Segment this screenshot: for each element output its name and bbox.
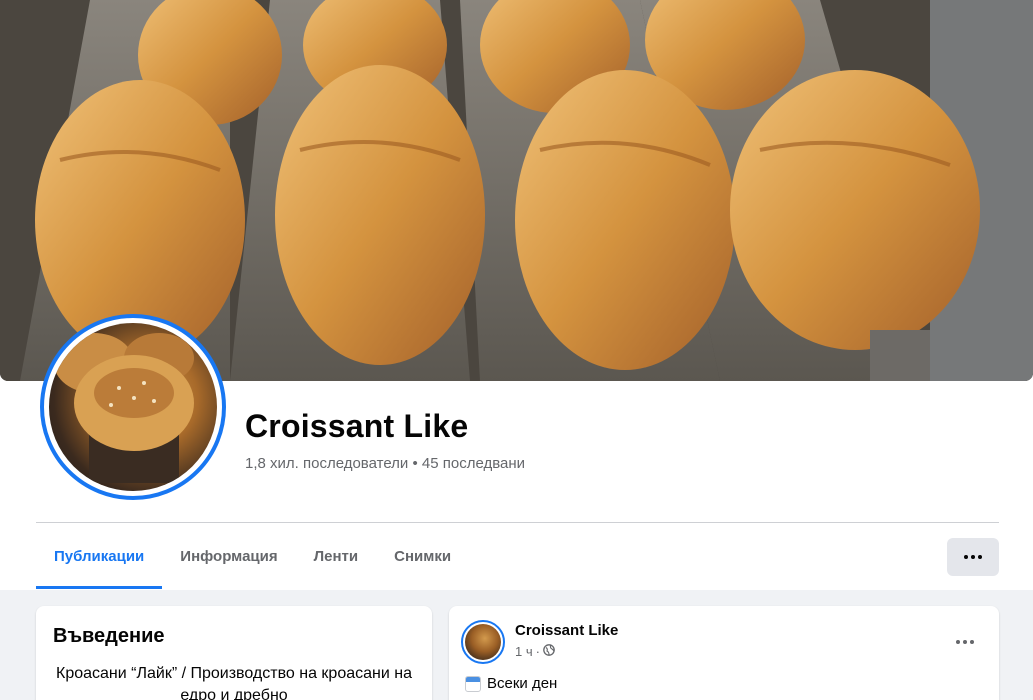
avatar-image [49, 323, 217, 491]
page-avatar[interactable] [40, 314, 226, 500]
post-author-name[interactable]: Croissant Like [515, 622, 618, 639]
header-divider [36, 522, 999, 523]
followers-stats[interactable]: 1,8 хил. последователи • 45 последвани [245, 455, 525, 472]
tab-photos[interactable]: Снимки [376, 524, 469, 588]
post-text: Всеки ден [487, 675, 558, 692]
post-text-line: Всеки ден [465, 675, 557, 692]
calendar-emoji-icon [465, 675, 481, 692]
intro-heading: Въведение [53, 625, 165, 647]
three-dots-icon [956, 640, 974, 644]
profile-header: Croissant Like 1,8 хил. последователи • … [0, 0, 1033, 590]
profile-tabs: Публикации Информация Ленти Снимки [36, 524, 469, 590]
post-author-avatar[interactable] [461, 620, 505, 664]
tab-reels[interactable]: Ленти [296, 524, 377, 588]
post-more-button[interactable] [947, 624, 983, 660]
tab-posts[interactable]: Публикации [36, 524, 163, 589]
intro-bio: Кроасани “Лайк” / Производство на кроаса… [56, 665, 412, 700]
three-dots-icon [964, 555, 982, 559]
tab-about[interactable]: Информация [162, 524, 295, 588]
globe-icon [543, 644, 555, 659]
post-card: Croissant Like 1 ч · Всеки ден [449, 606, 999, 700]
page-title: Croissant Like [245, 408, 469, 444]
intro-card: Въведение Кроасани “Лайк” / Производство… [36, 606, 432, 700]
meta-separator: · [535, 644, 540, 659]
post-timestamp[interactable]: 1 ч [515, 644, 533, 659]
more-options-button[interactable] [947, 538, 999, 576]
post-meta: 1 ч · [515, 644, 555, 659]
